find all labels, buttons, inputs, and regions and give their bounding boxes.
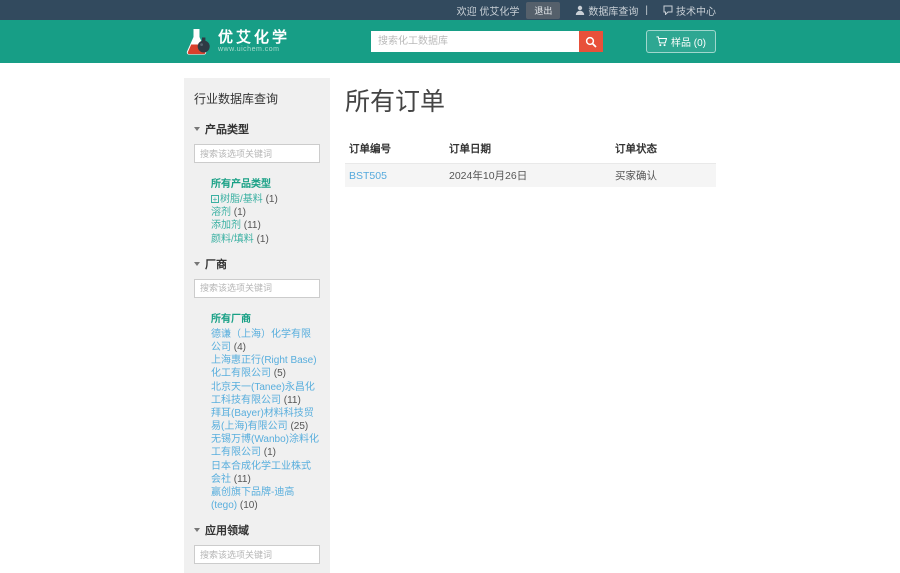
filter-item-link[interactable]: 颜料/填料 (1) [207,233,320,246]
sample-cart-button[interactable]: 样品 (0) [646,30,716,53]
top-bar: 欢迎 优艾化学 退出 数据库查询 | 技术中心 [0,0,900,20]
db-query-link[interactable]: 数据库查询 [575,3,638,18]
sidebar-section-厂商: 厂商所有厂商德谦（上海）化学有限公司 (4)上海惠正行(Right Base)化… [194,256,320,513]
section-toggle-产品类型[interactable]: 产品类型 [194,121,320,137]
tech-center-link[interactable]: 技术中心 [663,3,716,18]
search-button[interactable] [579,31,604,52]
triangle-down-icon [194,528,200,533]
item-count: (10) [239,500,258,512]
item-count: (1) [233,207,247,219]
table-row: BST505 2024年10月26日 买家确认 [345,163,716,187]
site-header: 优艾化学 www.uichem.com 样品 (0) [0,20,900,63]
item-count: (25) [290,421,309,433]
order-id-link[interactable]: BST505 [349,170,387,182]
filter-item-link[interactable]: 无锡万博(Wanbo)涂料化工有限公司 (1) [207,433,320,459]
order-status: 买家确认 [611,163,716,187]
filter-search-input-产品类型[interactable] [194,144,320,163]
filter-item-link[interactable]: 日本合成化学工业株式会社 (11) [207,460,320,486]
brand-logo[interactable]: 优艾化学 www.uichem.com [184,27,290,57]
plus-box-icon[interactable]: + [211,195,219,204]
user-icon [576,5,585,15]
column-header: 订单状态 [611,136,716,164]
item-count: (5) [273,368,287,380]
filter-all-link[interactable]: 所有厂商 [211,310,320,325]
section-label: 应用领域 [205,525,249,538]
filter-item-link[interactable]: 溶剂 (1) [207,206,320,219]
flask-icon [186,28,210,55]
section-label: 厂商 [205,258,227,271]
filter-sidebar: 行业数据库查询 产品类型所有产品类型 +树脂/基料 (1)溶剂 (1)添加剂 (1… [184,78,330,573]
tech-center-label: 技术中心 [676,6,716,18]
logout-button[interactable]: 退出 [526,1,561,19]
section-toggle-应用领域[interactable]: 应用领域 [194,522,320,538]
item-count: (11) [233,473,251,485]
cart-icon [656,36,667,47]
sidebar-section-应用领域: 应用领域所有应用领域塑胶漆 (6)真空电镀 (4) [194,522,320,573]
filter-item-link[interactable]: 拜耳(Bayer)材料科技贸易(上海)有限公司 (25) [207,407,320,433]
column-header: 订单日期 [445,136,611,164]
welcome-text: 欢迎 优艾化学 [456,6,520,18]
orders-panel: 所有订单 订单编号 订单日期 订单状态 BST505 2024年10月26日 买家确认 [345,78,716,573]
item-count: (1) [263,447,277,459]
item-count: (1) [265,194,278,205]
section-toggle-厂商[interactable]: 厂商 [194,256,320,272]
page-title: 所有订单 [345,88,446,116]
filter-item-link[interactable]: 德谦（上海）化学有限公司 (4) [207,328,320,354]
magnifier-icon [585,36,597,48]
order-date: 2024年10月26日 [445,163,611,187]
section-label: 产品类型 [205,124,249,136]
speech-bubble-icon [663,5,673,15]
filter-item-link[interactable]: 上海惠正行(Right Base)化工有限公司 (5) [207,354,320,380]
item-count: (11) [283,394,301,406]
sample-button-label: 样品 (0) [671,38,706,49]
db-query-label: 数据库查询 [588,6,639,18]
filter-item-link[interactable]: + 树脂/基料 (1) [207,193,320,206]
search-group [371,31,604,52]
filter-search-input-应用领域[interactable] [194,545,320,565]
triangle-down-icon [194,127,200,131]
topbar-divider: | [645,4,648,16]
sidebar-section-产品类型: 产品类型所有产品类型 +树脂/基料 (1)溶剂 (1)添加剂 (11)颜料/填料 … [194,121,320,246]
filter-item-link[interactable]: 北京天一(Tanee)永昌化工科技有限公司 (11) [207,381,320,407]
item-count: (11) [243,220,261,232]
orders-table: 订单编号 订单日期 订单状态 BST505 2024年10月26日 买家确认 [345,136,716,187]
filter-item-link[interactable]: 赢创旗下品牌-迪高(tego) (10) [207,486,320,512]
column-header: 订单编号 [345,136,445,164]
section-links: 所有产品类型 + 树脂/基料 (1) 溶剂 (1) 添加剂 (11) 颜料/填料 (1) [194,175,320,246]
triangle-down-icon [194,261,200,266]
sidebar-title: 行业数据库查询 [194,92,279,106]
item-count: (1) [256,233,269,245]
item-count: (4) [233,341,247,353]
filter-search-input-厂商[interactable] [194,278,320,298]
filter-item-link[interactable]: 添加剂 (11) [207,219,320,232]
brand-name: 优艾化学 [218,28,291,46]
section-links: 所有厂商德谦（上海）化学有限公司 (4) 上海惠正行(Right Base)化工有… [194,310,320,513]
brand-domain: www.uichem.com [218,46,280,54]
filter-all-link[interactable]: 所有产品类型 [211,175,320,190]
search-input[interactable] [371,31,580,52]
